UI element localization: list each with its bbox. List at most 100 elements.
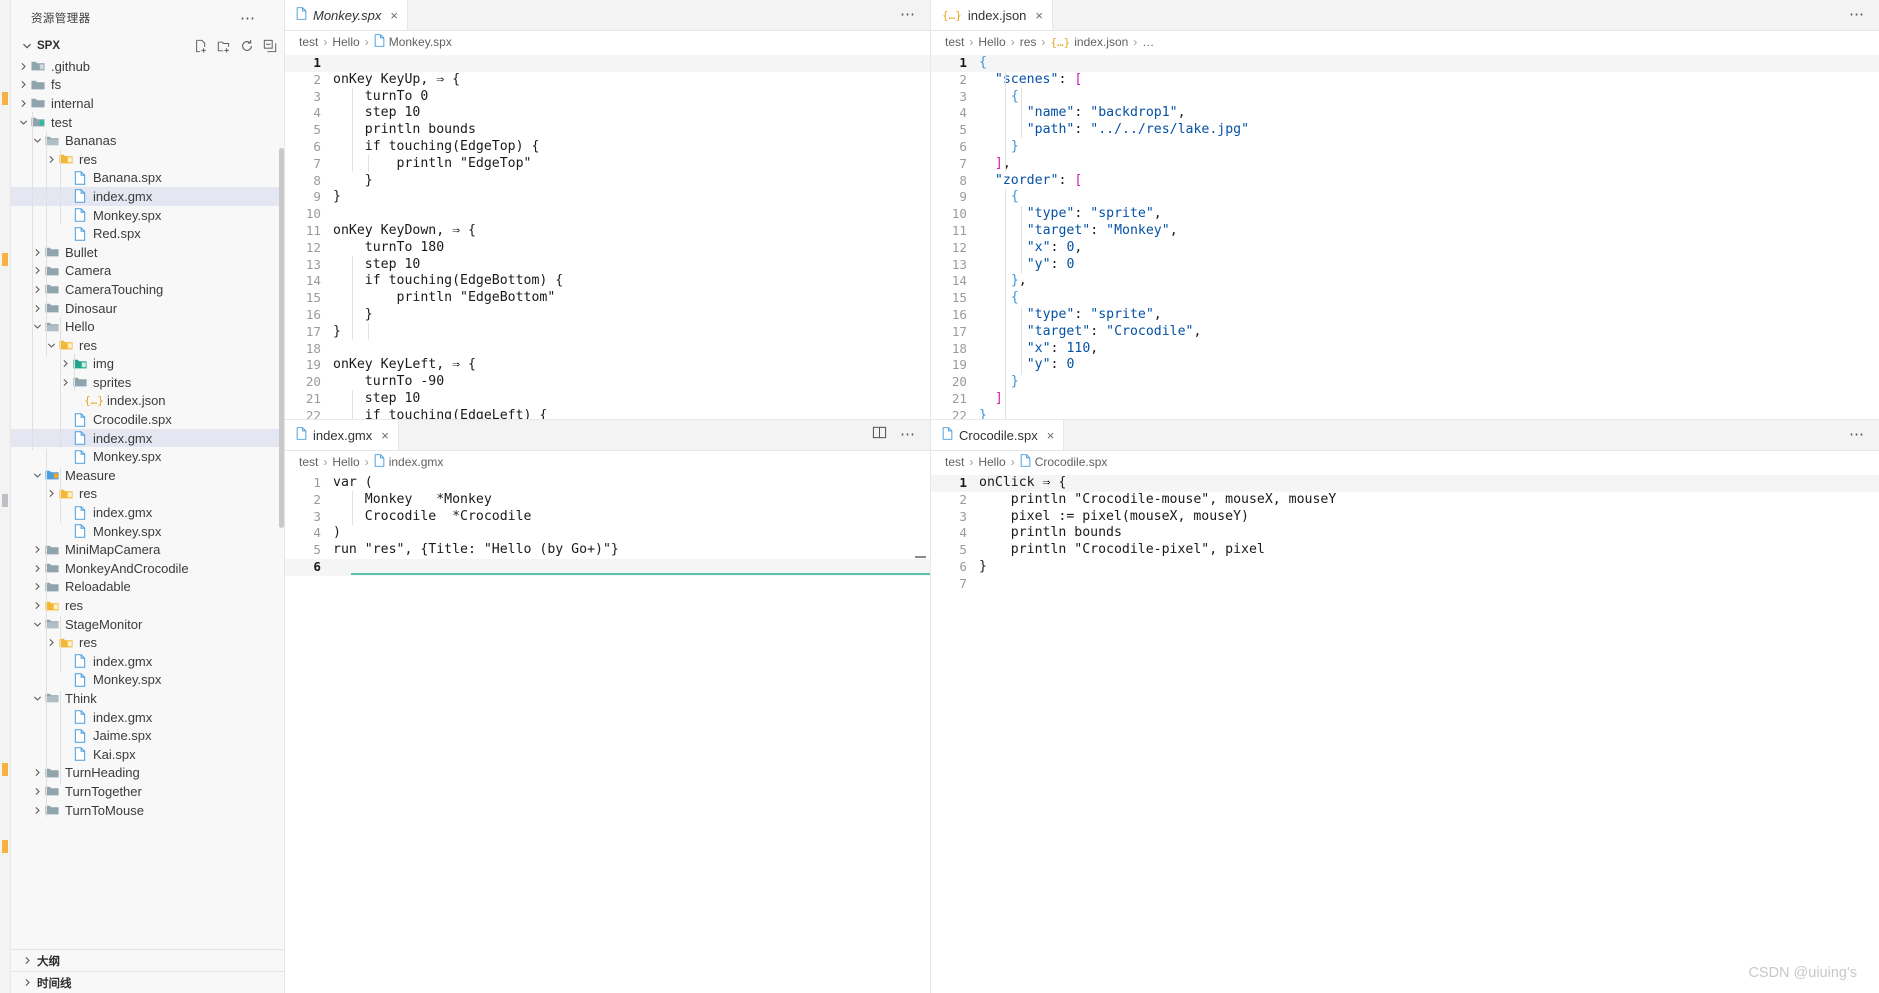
- pane-divider-horizontal-left[interactable]: [285, 419, 930, 420]
- breadcrumb-item[interactable]: test: [299, 35, 318, 49]
- tree-item[interactable]: index.gmx: [11, 652, 284, 671]
- breadcrumb-item[interactable]: Crocodile.spx: [1035, 455, 1108, 469]
- tree-item[interactable]: Bananas: [11, 131, 284, 150]
- chevron-down-icon[interactable]: [31, 694, 44, 703]
- code-area[interactable]: 1 onClick ⇒ {2 println "Crocodile-mouse",…: [931, 473, 1879, 593]
- tree-item[interactable]: TurnToMouse: [11, 801, 284, 817]
- chevron-right-icon[interactable]: [31, 564, 44, 573]
- timeline-section-header[interactable]: 时间线: [11, 971, 284, 993]
- close-icon[interactable]: ×: [390, 8, 398, 23]
- editor-tab[interactable]: Crocodile.spx ×: [931, 420, 1065, 450]
- new-file-icon[interactable]: [194, 39, 208, 53]
- breadcrumb-item[interactable]: Hello: [978, 455, 1005, 469]
- close-icon[interactable]: ×: [381, 428, 389, 443]
- tree-item[interactable]: index.gmx: [11, 428, 284, 448]
- tree-item[interactable]: Banana.spx: [11, 169, 284, 188]
- tree-item[interactable]: Bullet: [11, 243, 284, 262]
- tree-item[interactable]: Red.spx: [11, 224, 284, 243]
- editor-tab[interactable]: index.gmx ×: [285, 420, 399, 450]
- file-tree[interactable]: .github fs internal test Bananas res Banana.sp…: [11, 57, 284, 817]
- breadcrumb-item[interactable]: Hello: [332, 455, 359, 469]
- tree-item[interactable]: res: [11, 485, 284, 504]
- chevron-right-icon[interactable]: [17, 62, 30, 71]
- tree-item[interactable]: test: [11, 113, 284, 132]
- tree-item[interactable]: internal: [11, 94, 284, 113]
- new-folder-icon[interactable]: [217, 39, 231, 53]
- breadcrumb[interactable]: test › Hello › Monkey.spx: [285, 31, 930, 53]
- ellipsis-icon[interactable]: ⋯: [1849, 7, 1865, 22]
- tree-item[interactable]: res: [11, 336, 284, 355]
- breadcrumb-item[interactable]: index.json: [1074, 35, 1128, 49]
- breadcrumb-item[interactable]: Hello: [332, 35, 359, 49]
- sidebar-scrollbar[interactable]: [279, 148, 284, 528]
- ellipsis-icon[interactable]: ⋯: [1849, 427, 1865, 442]
- tree-item[interactable]: img: [11, 355, 284, 374]
- tree-item[interactable]: index.gmx: [11, 187, 284, 206]
- breadcrumb-item[interactable]: test: [945, 455, 964, 469]
- tree-item[interactable]: index.gmx: [11, 708, 284, 727]
- tree-item[interactable]: Think: [11, 689, 284, 708]
- breadcrumb[interactable]: test › Hello › index.gmx: [285, 451, 930, 473]
- breadcrumb[interactable]: test › Hello › Crocodile.spx: [931, 451, 1879, 473]
- chevron-down-icon[interactable]: [31, 471, 44, 480]
- breadcrumb-item[interactable]: Hello: [978, 35, 1005, 49]
- code-area[interactable]: 1 2 onKey KeyUp, ⇒ {3 turnTo 04 step 10 5 p…: [285, 53, 930, 425]
- breadcrumb-item[interactable]: …: [1142, 35, 1154, 49]
- tree-item[interactable]: Reloadable: [11, 578, 284, 597]
- ellipsis-icon[interactable]: ⋯: [240, 9, 256, 27]
- code-area[interactable]: 1 var (2 Monkey *Monkey 3 Crocodile *Croco…: [285, 473, 930, 576]
- tree-item[interactable]: Measure: [11, 466, 284, 485]
- tree-item[interactable]: sprites: [11, 373, 284, 392]
- split-editor-icon[interactable]: [872, 425, 887, 445]
- tree-item[interactable]: Hello: [11, 317, 284, 336]
- editor-tab[interactable]: Monkey.spx ×: [285, 0, 408, 30]
- tree-item[interactable]: Monkey.spx: [11, 447, 284, 466]
- chevron-right-icon[interactable]: [31, 787, 44, 796]
- activity-bar[interactable]: [0, 0, 11, 993]
- tree-item[interactable]: Dinosaur: [11, 299, 284, 318]
- chevron-right-icon[interactable]: [31, 806, 44, 815]
- tree-item[interactable]: MonkeyAndCrocodile: [11, 559, 284, 578]
- chevron-right-icon[interactable]: [31, 768, 44, 777]
- workspace-root-row[interactable]: SPX: [11, 35, 284, 57]
- breadcrumb[interactable]: test › Hello › res › {…} index.json ›…: [931, 31, 1879, 53]
- breadcrumb-item[interactable]: test: [945, 35, 964, 49]
- tree-item[interactable]: Jaime.spx: [11, 726, 284, 745]
- chevron-right-icon[interactable]: [17, 99, 30, 108]
- breadcrumb-item[interactable]: test: [299, 455, 318, 469]
- tree-item[interactable]: CameraTouching: [11, 280, 284, 299]
- tree-item[interactable]: index.gmx: [11, 503, 284, 522]
- tree-item[interactable]: Kai.spx: [11, 745, 284, 764]
- breadcrumb-item[interactable]: Monkey.spx: [389, 35, 452, 49]
- tree-item[interactable]: Camera: [11, 262, 284, 281]
- tree-item[interactable]: res: [11, 596, 284, 615]
- breadcrumb-item[interactable]: res: [1020, 35, 1037, 49]
- tree-item[interactable]: res: [11, 150, 284, 169]
- chevron-right-icon[interactable]: [31, 601, 44, 610]
- outline-section-header[interactable]: 大纲: [11, 949, 284, 971]
- ellipsis-icon[interactable]: ⋯: [900, 427, 916, 442]
- tree-item[interactable]: TurnHeading: [11, 764, 284, 783]
- tree-item[interactable]: StageMonitor: [11, 615, 284, 634]
- pane-divider-vertical[interactable]: [930, 0, 931, 993]
- tree-item[interactable]: res: [11, 633, 284, 652]
- code-area[interactable]: 1{2 "scenes": [3 {4 "name": "backdrop1",…: [931, 53, 1879, 425]
- chevron-down-icon[interactable]: [31, 620, 44, 629]
- tree-item[interactable]: Monkey.spx: [11, 206, 284, 225]
- tree-item[interactable]: fs: [11, 76, 284, 95]
- chevron-right-icon[interactable]: [31, 545, 44, 554]
- collapse-all-icon[interactable]: [263, 39, 277, 53]
- tree-item[interactable]: Crocodile.spx: [11, 410, 284, 429]
- breadcrumb-item[interactable]: index.gmx: [389, 455, 444, 469]
- ellipsis-icon[interactable]: ⋯: [900, 7, 916, 22]
- pane-divider-horizontal-right[interactable]: [931, 419, 1879, 420]
- close-icon[interactable]: ×: [1047, 428, 1055, 443]
- tree-item[interactable]: TurnTogether: [11, 782, 284, 801]
- chevron-down-icon[interactable]: [17, 118, 30, 127]
- tree-item[interactable]: .github: [11, 57, 284, 76]
- chevron-down-icon[interactable]: [17, 41, 37, 51]
- tree-item[interactable]: Monkey.spx: [11, 671, 284, 690]
- editor-tab[interactable]: {…} index.json ×: [931, 0, 1054, 30]
- close-icon[interactable]: ×: [1035, 8, 1043, 23]
- chevron-right-icon[interactable]: [31, 582, 44, 591]
